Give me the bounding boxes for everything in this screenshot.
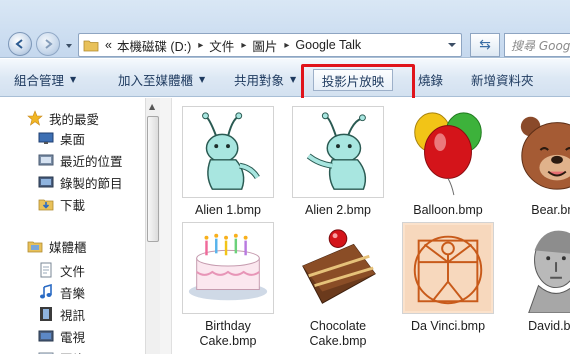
nav-tv-label: 電視 xyxy=(60,329,86,345)
nav-favorites[interactable]: 我的最愛 xyxy=(27,108,99,128)
file-name-line2: Cake.bmp xyxy=(199,334,257,348)
file-name: Birthday xyxy=(205,319,251,333)
nav-favorites-label: 我的最愛 xyxy=(49,111,100,127)
dropdown-arrow-icon: ▼ xyxy=(70,75,77,84)
downloads-folder-icon xyxy=(38,199,54,211)
tv-icon xyxy=(38,330,54,342)
burn-button[interactable]: 燒錄 xyxy=(418,70,443,89)
breadcrumb-documents[interactable]: 文件 xyxy=(209,36,234,55)
breadcrumb-separator-icon[interactable]: ▸ xyxy=(198,40,203,51)
address-bar[interactable]: « 本機磁碟 (D:) ▸ 文件 ▸ 圖片 ▸ Google Talk xyxy=(78,33,462,57)
dropdown-arrow-icon: ▼ xyxy=(290,75,297,84)
pictures-icon xyxy=(38,352,54,354)
nav-recent-label: 最近的位置 xyxy=(60,153,123,169)
recent-places-icon xyxy=(38,154,54,166)
nav-videos-label: 視訊 xyxy=(60,307,86,323)
recent-pages-dropdown[interactable] xyxy=(64,41,74,51)
file-name: Bear.bmp xyxy=(531,203,570,217)
sidebar-scrollbar[interactable]: ▲ xyxy=(145,98,160,354)
add-to-library-menu[interactable]: 加入至媒體櫃 ▼ xyxy=(118,70,205,89)
documents-icon xyxy=(40,262,52,278)
file-name: David.bmp xyxy=(528,319,570,333)
share-label: 共用對象 xyxy=(234,73,285,88)
nav-music-label: 音樂 xyxy=(60,285,86,301)
forward-button[interactable] xyxy=(36,32,60,56)
thumbnail-bear xyxy=(512,106,570,198)
breadcrumb-separator-icon[interactable]: ▸ xyxy=(284,40,289,51)
dropdown-arrow-icon: ▼ xyxy=(199,75,206,84)
nav-documents[interactable]: 文件 xyxy=(38,260,85,280)
breadcrumb-drive[interactable]: 本機磁碟 (D:) xyxy=(117,36,191,55)
organize-label: 組合管理 xyxy=(14,73,65,88)
nav-videos[interactable]: 視訊 xyxy=(38,304,85,324)
thumbnail-chocolate-cake xyxy=(292,222,384,314)
pane-splitter[interactable] xyxy=(160,98,172,354)
thumbnail-da-vinci xyxy=(402,222,494,314)
libraries-icon xyxy=(27,241,43,253)
nav-recorded-tv[interactable]: 錄製的節目 xyxy=(38,172,123,192)
desktop-icon xyxy=(38,132,54,144)
recorded-tv-icon xyxy=(38,176,54,188)
command-bar: 組合管理 ▼ 加入至媒體櫃 ▼ 共用對象 ▼ 投影片放映 燒錄 新增資料夾 xyxy=(0,59,570,97)
arrow-right-icon xyxy=(45,39,53,49)
nav-downloads-label: 下載 xyxy=(60,197,86,213)
nav-libraries-label: 媒體櫃 xyxy=(49,239,87,255)
thumbnail-alien-2 xyxy=(292,106,384,198)
file-name-line2: Cake.bmp xyxy=(309,334,367,348)
organize-menu[interactable]: 組合管理 ▼ xyxy=(14,70,76,89)
thumbnail-alien-1 xyxy=(182,106,274,198)
refresh-button[interactable]: ⇆ xyxy=(470,33,500,57)
nav-downloads[interactable]: 下載 xyxy=(38,194,85,214)
refresh-icon: ⇆ xyxy=(479,37,491,53)
video-film-icon xyxy=(40,307,52,321)
breadcrumb-google-talk[interactable]: Google Talk xyxy=(295,38,361,52)
breadcrumb-pictures[interactable]: 圖片 xyxy=(252,36,277,55)
search-input[interactable]: 搜尋 Goog xyxy=(504,33,570,57)
nav-recorded-tv-label: 錄製的節目 xyxy=(60,175,123,191)
share-menu[interactable]: 共用對象 ▼ xyxy=(234,70,296,89)
nav-desktop-label: 桌面 xyxy=(60,131,86,147)
file-name: Balloon.bmp xyxy=(413,203,483,217)
arrow-left-icon xyxy=(15,39,23,49)
add-to-library-label: 加入至媒體櫃 xyxy=(118,73,194,88)
nav-desktop[interactable]: 桌面 xyxy=(38,128,85,148)
nav-libraries[interactable]: 媒體櫃 xyxy=(27,236,87,256)
nav-pictures[interactable]: 圖片 xyxy=(38,348,85,354)
navigation-pane: 我的最愛 桌面 最近的位置 錄製的節目 下載 媒體櫃 文件 音樂 視訊 電視 圖… xyxy=(0,98,160,354)
thumbnail-balloon xyxy=(402,106,494,198)
breadcrumb-separator-icon[interactable]: ▸ xyxy=(241,40,246,51)
scrollbar-thumb[interactable] xyxy=(147,116,159,242)
file-name: Chocolate xyxy=(309,319,367,333)
file-name: Alien 2.bmp xyxy=(304,203,371,217)
chevron-down-icon[interactable] xyxy=(447,41,457,49)
address-area: « 本機磁碟 (D:) ▸ 文件 ▸ 圖片 ▸ Google Talk ⇆ 搜尋… xyxy=(0,0,570,58)
highlight-annotation xyxy=(301,64,415,101)
nav-documents-label: 文件 xyxy=(60,263,86,279)
thumbnail-birthday-cake xyxy=(182,222,274,314)
scroll-up-icon[interactable]: ▲ xyxy=(149,102,155,111)
nav-music[interactable]: 音樂 xyxy=(38,282,85,302)
nav-recent[interactable]: 最近的位置 xyxy=(38,150,123,170)
file-name: Alien 1.bmp xyxy=(194,203,261,217)
star-icon xyxy=(27,110,43,126)
file-view: Alien 1.bmp Alien 2.bmp Balloon.bmp Bear… xyxy=(172,98,570,354)
file-name: Da Vinci.bmp xyxy=(410,319,486,333)
breadcrumb-overflow[interactable]: « xyxy=(105,38,112,52)
music-note-icon xyxy=(40,284,52,299)
new-folder-button[interactable]: 新增資料夾 xyxy=(471,70,534,89)
folder-icon xyxy=(83,40,99,52)
nav-pictures-label: 圖片 xyxy=(60,349,85,354)
thumbnail-david xyxy=(512,222,570,314)
nav-tv[interactable]: 電視 xyxy=(38,326,85,346)
back-button[interactable] xyxy=(8,32,32,56)
